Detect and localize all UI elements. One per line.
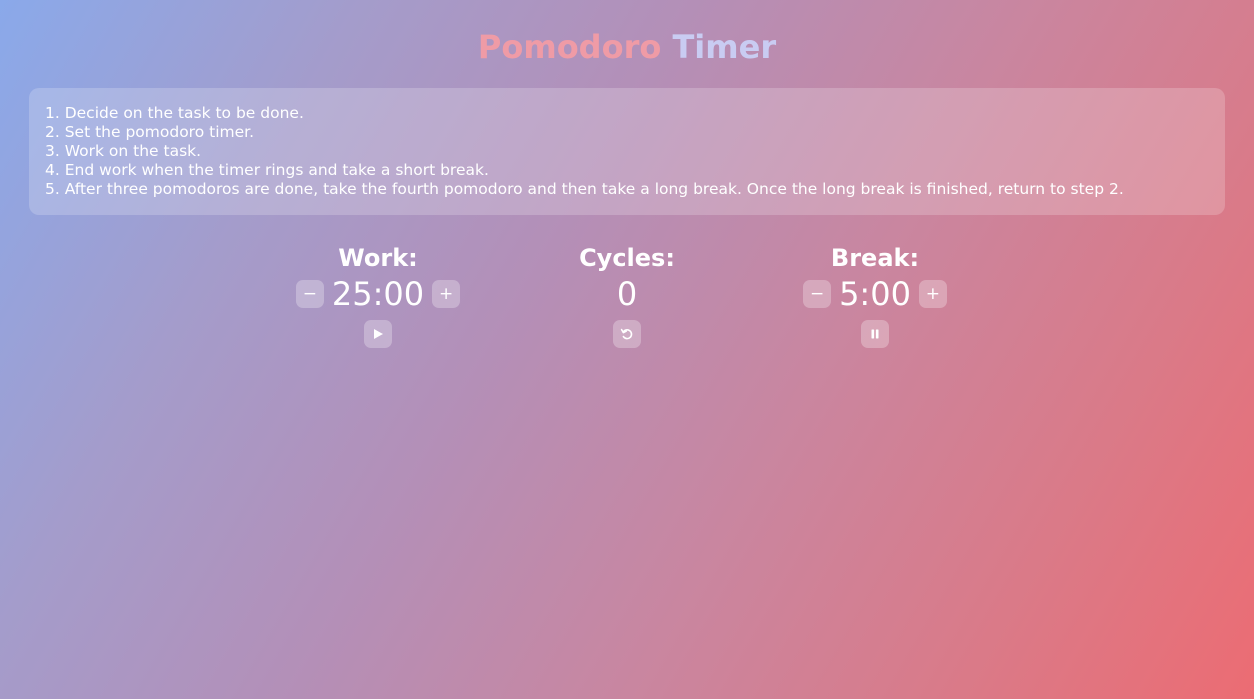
work-label: Work: <box>338 244 418 272</box>
break-time-value: 5:00 <box>839 275 911 313</box>
work-panel: Work: − 25:00 + <box>278 243 478 348</box>
break-time-row: − 5:00 + <box>775 275 975 313</box>
cycles-value: 0 <box>616 275 638 313</box>
cycles-row: 0 <box>527 275 727 313</box>
break-label: Break: <box>830 244 920 272</box>
instruction-step: 5. After three pomodoros are done, take … <box>45 180 1124 198</box>
work-decrement-button[interactable]: − <box>295 280 324 308</box>
instructions-box: 1. Decide on the task to be done. 2. Set… <box>29 88 1225 215</box>
page-title: Pomodoro Timer <box>0 27 1254 67</box>
play-icon <box>372 328 384 340</box>
title-word-pomodoro: Pomodoro <box>477 28 662 66</box>
instruction-step: 4. End work when the timer rings and tak… <box>45 161 489 179</box>
work-increment-button[interactable]: + <box>432 280 461 308</box>
cycles-panel: Cycles: 0 <box>527 243 727 348</box>
instructions-list: 1. Decide on the task to be done. 2. Set… <box>45 104 1209 199</box>
instruction-step: 1. Decide on the task to be done. <box>45 104 304 122</box>
instruction-step: 3. Work on the task. <box>45 142 202 160</box>
work-time-value: 25:00 <box>331 275 425 313</box>
reset-button[interactable] <box>613 320 641 348</box>
reset-icon <box>620 327 634 341</box>
title-word-timer: Timer <box>672 28 777 66</box>
pause-icon <box>869 328 881 340</box>
cycles-label: Cycles: <box>579 244 675 272</box>
break-panel: Break: − 5:00 + <box>775 243 975 348</box>
break-decrement-button[interactable]: − <box>803 280 832 308</box>
instruction-step: 2. Set the pomodoro timer. <box>45 123 255 141</box>
pause-button[interactable] <box>861 320 889 348</box>
start-button[interactable] <box>364 320 392 348</box>
break-increment-button[interactable]: + <box>918 280 947 308</box>
work-time-row: − 25:00 + <box>278 275 478 313</box>
